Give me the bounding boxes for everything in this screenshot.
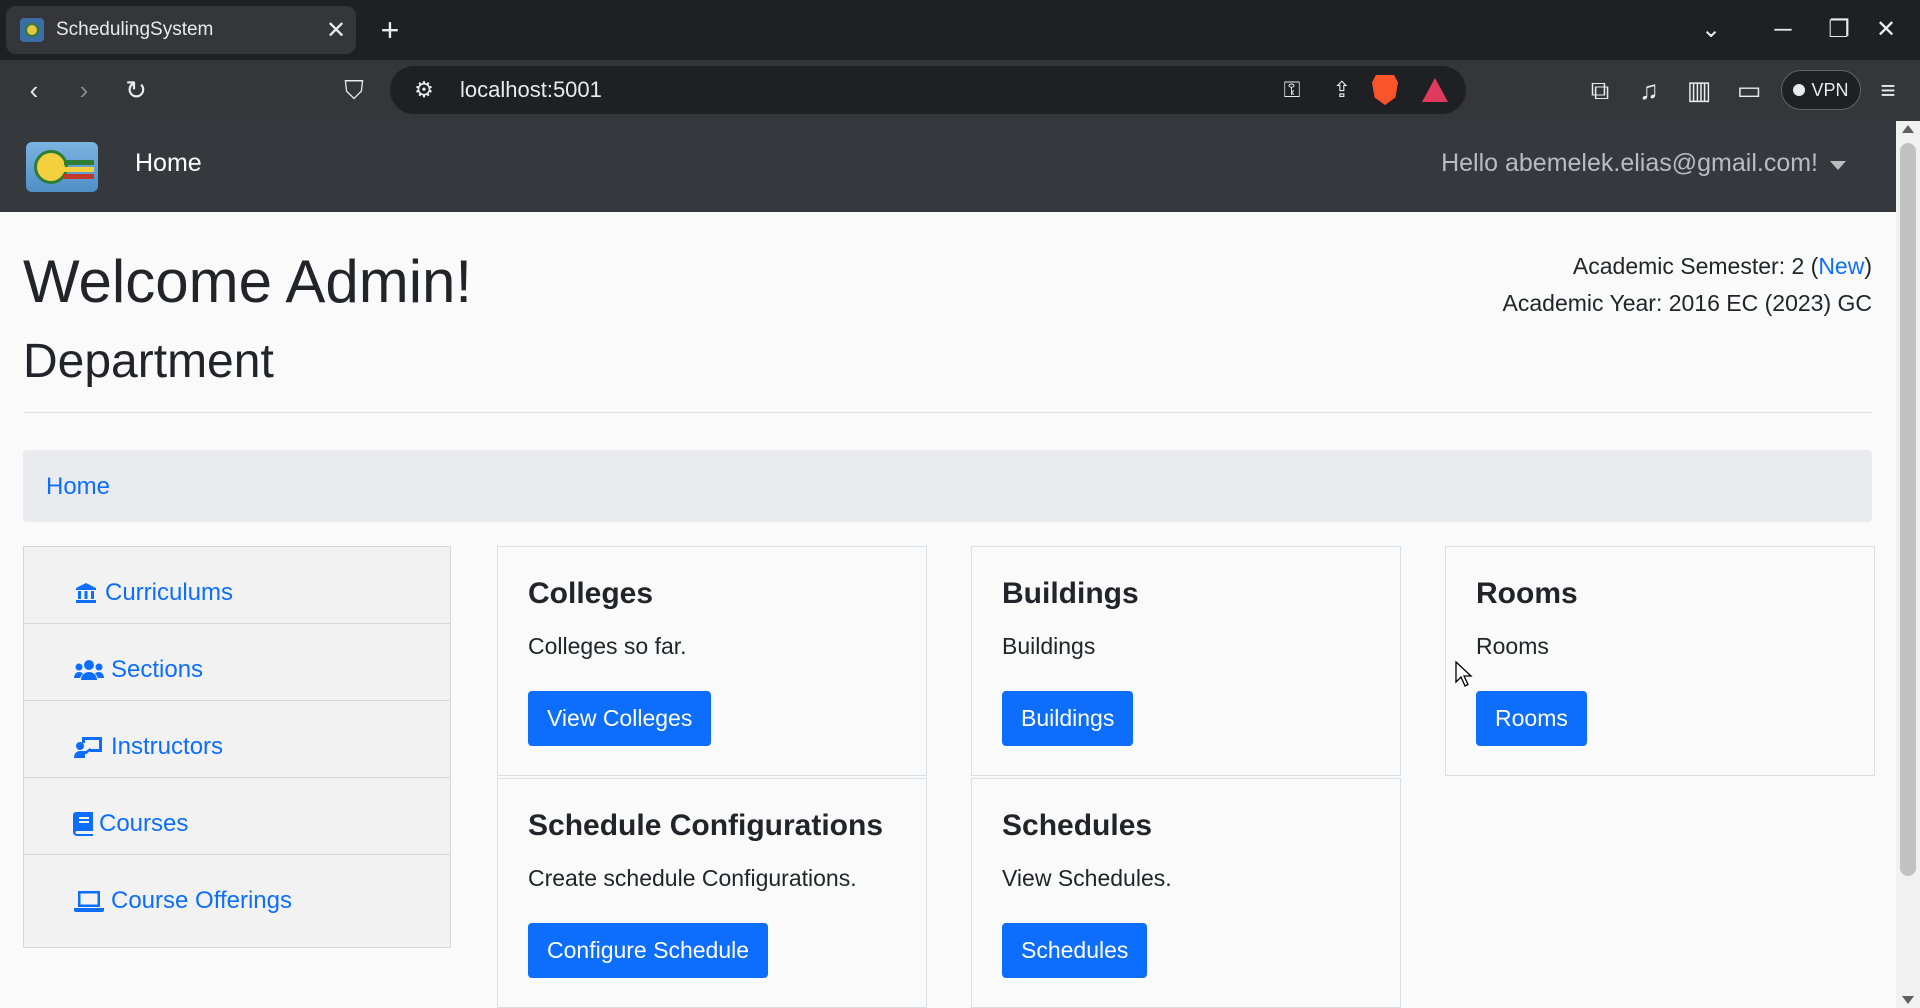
card-title: Colleges	[528, 577, 654, 610]
sidebar-item-label: Course Offerings	[111, 887, 292, 914]
favicon-icon	[20, 18, 44, 42]
menu-icon[interactable]: ≡	[1868, 70, 1908, 110]
sidebar-toggle-icon[interactable]: ▥	[1679, 70, 1719, 110]
brave-rewards-icon[interactable]	[1422, 78, 1448, 102]
card-text: View Schedules.	[1002, 865, 1172, 891]
key-icon[interactable]: ⚿	[1272, 77, 1312, 103]
mouse-cursor-icon	[1455, 661, 1473, 687]
card-title: Schedules	[1002, 809, 1153, 842]
card-text: Colleges so far.	[528, 633, 687, 659]
browser-tab-bar: SchedulingSystem ✕ + ⌄ ─ ❐ ✕	[0, 0, 1920, 60]
browser-toolbar: ‹ › ↻ ⛉ ⚙ localhost:5001 ⚿ ⇪ ⧉ ♫ ▥ ▭ VPN…	[0, 60, 1920, 121]
page-subtitle: Department	[23, 335, 274, 388]
card-buildings: Buildings Buildings Buildings	[971, 546, 1401, 776]
app-navbar: Home Hello abemelek.elias@gmail.com!	[0, 121, 1896, 212]
share-icon[interactable]: ⇪	[1322, 77, 1362, 103]
page-viewport: Home Hello abemelek.elias@gmail.com! Wel…	[0, 121, 1896, 1008]
card-text: Buildings	[1002, 633, 1096, 659]
book-icon	[73, 811, 93, 837]
university-logo[interactable]	[26, 142, 98, 192]
card-title: Rooms	[1476, 577, 1578, 610]
minimize-button[interactable]: ─	[1763, 10, 1803, 50]
chevron-down-icon[interactable]	[1830, 161, 1846, 170]
card-text: Create schedule Configurations.	[528, 865, 857, 891]
new-tab-button[interactable]: +	[372, 12, 408, 48]
card-schedules: Schedules View Schedules. Schedules	[971, 778, 1401, 1008]
card-schedule-configurations: Schedule Configurations Create schedule …	[497, 778, 927, 1008]
buildings-button[interactable]: Buildings	[1002, 691, 1134, 746]
divider	[23, 412, 1872, 413]
tab-title: SchedulingSystem	[56, 19, 214, 40]
wallet-icon[interactable]: ▭	[1729, 70, 1769, 110]
building-columns-icon	[73, 580, 99, 606]
restore-button[interactable]: ❐	[1819, 10, 1859, 50]
card-title: Buildings	[1002, 577, 1139, 610]
bookmark-icon[interactable]: ⛉	[334, 70, 374, 110]
back-button[interactable]: ‹	[14, 70, 54, 110]
sidebar-item-label: Instructors	[111, 733, 224, 760]
semester-suffix: )	[1864, 253, 1872, 279]
reload-button[interactable]: ↻	[116, 70, 156, 110]
card-title: Schedule Configurations	[528, 809, 884, 842]
card-text: Rooms	[1476, 633, 1549, 659]
sidebar-item-label: Courses	[99, 810, 189, 837]
close-window-button[interactable]: ✕	[1866, 10, 1906, 50]
breadcrumb-home[interactable]: Home	[46, 473, 110, 501]
vpn-status-icon	[1793, 84, 1806, 96]
page-title: Welcome Admin!	[23, 248, 473, 315]
vpn-label: VPN	[1811, 79, 1849, 100]
sidebar-item-label: Sections	[111, 656, 204, 683]
address-bar[interactable]: ⚙ localhost:5001 ⚿ ⇪	[390, 66, 1466, 114]
scroll-down-icon[interactable]	[1902, 996, 1914, 1004]
configure-schedule-button[interactable]: Configure Schedule	[528, 923, 769, 978]
extensions-icon[interactable]: ⧉	[1580, 70, 1620, 110]
tab-search-icon[interactable]: ⌄	[1691, 10, 1731, 50]
users-icon	[73, 657, 105, 683]
laptop-icon	[73, 888, 105, 914]
user-menu[interactable]: Hello abemelek.elias@gmail.com!	[1441, 149, 1818, 178]
browser-tab[interactable]: SchedulingSystem ✕	[6, 6, 356, 54]
scrollbar-thumb[interactable]	[1900, 143, 1916, 876]
url-text[interactable]: localhost:5001	[460, 77, 1272, 103]
nav-home-link[interactable]: Home	[135, 149, 202, 178]
breadcrumb: Home	[23, 450, 1872, 522]
media-icon[interactable]: ♫	[1629, 70, 1669, 110]
site-settings-icon[interactable]: ⚙	[410, 77, 438, 103]
forward-button[interactable]: ›	[64, 70, 104, 110]
academic-semester: Academic Semester: 2 (New)	[1573, 253, 1872, 280]
view-colleges-button[interactable]: View Colleges	[528, 691, 712, 746]
schedules-button[interactable]: Schedules	[1002, 923, 1148, 978]
card-colleges: Colleges Colleges so far. View Colleges	[497, 546, 927, 776]
sidebar-item-label: Curriculums	[105, 579, 234, 606]
vertical-scrollbar[interactable]	[1896, 121, 1920, 1008]
chalkboard-teacher-icon	[73, 734, 105, 760]
semester-label: Academic Semester: 2 (	[1572, 253, 1819, 279]
vpn-button[interactable]: VPN	[1781, 70, 1861, 110]
academic-year: Academic Year: 2016 EC (2023) GC	[1502, 290, 1872, 316]
rooms-button[interactable]: Rooms	[1476, 691, 1587, 746]
close-icon[interactable]: ✕	[316, 16, 356, 45]
card-rooms: Rooms Rooms Rooms	[1445, 546, 1875, 776]
new-semester-link[interactable]: New	[1818, 253, 1864, 279]
sidebar-item-course-offerings[interactable]: Course Offerings	[23, 854, 451, 948]
scroll-up-icon[interactable]	[1902, 125, 1914, 133]
brave-shields-icon[interactable]	[1372, 75, 1398, 105]
